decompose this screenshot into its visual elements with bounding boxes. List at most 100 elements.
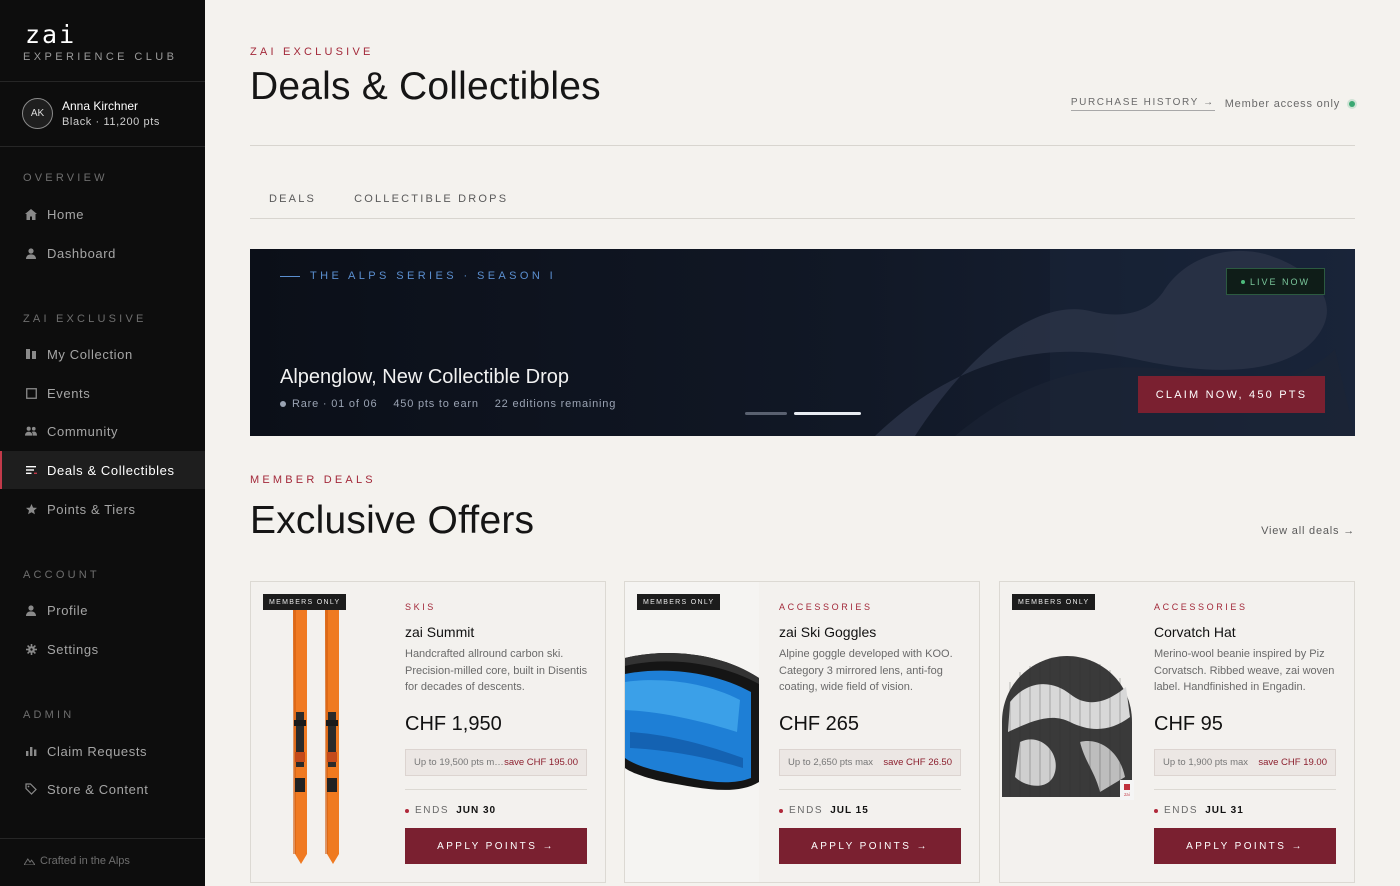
- section-title-overview: OVERVIEW: [23, 172, 108, 184]
- claim-button[interactable]: CLAIM NOW, 450 PTS: [1138, 376, 1325, 413]
- logo-subtitle: EXPERIENCE CLUB: [23, 51, 178, 63]
- rarity-dot: [280, 401, 286, 407]
- ends-date: JUL 15: [830, 805, 869, 816]
- header-links: PURCHASE HISTORY → Member access only: [1070, 97, 1355, 111]
- ends-label: ENDS: [415, 805, 450, 816]
- hero-editions: 22 editions remaining: [494, 398, 617, 410]
- sidebar-item-points-tiers[interactable]: Points & Tiers: [0, 490, 205, 528]
- offer-price: CHF 265: [779, 713, 860, 735]
- points-note: Up to 19,500 pts max: [414, 757, 505, 768]
- ends-dot: [779, 808, 783, 813]
- view-all-deals-link[interactable]: View all deals →: [1261, 525, 1355, 537]
- offer-price: CHF 1,950: [405, 713, 502, 735]
- savings: save CHF 195.00: [504, 757, 578, 768]
- ends-date: JUN 30: [456, 805, 497, 816]
- offer-title: zai Ski Goggles: [779, 624, 877, 640]
- sidebar-item-label: Store & Content: [47, 781, 149, 797]
- avatar: AK: [22, 98, 53, 129]
- people-icon: [25, 425, 37, 437]
- carousel-indicators: [745, 412, 861, 415]
- offer-card-hat[interactable]: zai MEMBERS ONLY ACCESSORIES Corvatch Ha…: [999, 581, 1355, 883]
- sidebar-item-claim-requests[interactable]: Claim Requests: [0, 732, 205, 770]
- tab-collectible-drops[interactable]: COLLECTIBLE DROPS: [335, 186, 527, 219]
- savings: save CHF 19.00: [1258, 757, 1327, 768]
- product-image-skis: [251, 582, 385, 882]
- sidebar-item-settings[interactable]: Settings: [0, 630, 205, 668]
- sidebar-item-label: My Collection: [47, 346, 133, 362]
- ends-dot: [405, 808, 409, 813]
- sidebar-item-home[interactable]: Home: [0, 195, 205, 233]
- apply-points-button[interactable]: APPLY POINTS →: [405, 828, 587, 864]
- live-dot: [1240, 279, 1245, 284]
- offer-description: Alpine goggle developed with KOO. Catego…: [779, 648, 953, 693]
- hero-banner[interactable]: THE ALPS SERIES · SEASON I LIVE NOW Alpe…: [250, 249, 1355, 436]
- offer-description: Handcrafted allround carbon ski. Precisi…: [405, 648, 588, 693]
- sidebar-item-label: Community: [47, 423, 119, 439]
- live-badge: LIVE NOW: [1226, 268, 1325, 295]
- offer-card-skis[interactable]: MEMBERS ONLY SKIS zai Summit Handcrafted…: [250, 581, 606, 883]
- points-note: Up to 1,900 pts max: [1163, 757, 1249, 768]
- divider: [0, 838, 205, 839]
- section-title-admin: ADMIN: [23, 709, 75, 721]
- divider: [1154, 789, 1336, 790]
- offer-title: Corvatch Hat: [1154, 624, 1236, 640]
- divider: [779, 789, 961, 790]
- carousel-dot[interactable]: [745, 412, 787, 415]
- gear-icon: [25, 643, 37, 655]
- offer-description: Merino-wool beanie inspired by Piz Corva…: [1154, 648, 1335, 693]
- sidebar-item-store-content[interactable]: Store & Content: [0, 770, 205, 808]
- members-only-badge: MEMBERS ONLY: [1012, 594, 1096, 610]
- divider: [250, 218, 1355, 219]
- points-box: Up to 19,500 pts max save CHF 195.00: [405, 749, 587, 776]
- divider: [0, 81, 205, 82]
- ends-label: ENDS: [1164, 805, 1199, 816]
- sidebar-item-events[interactable]: Events: [0, 374, 205, 412]
- points-box: Up to 2,650 pts max save CHF 26.50: [779, 749, 961, 776]
- sidebar-item-my-collection[interactable]: My Collection: [0, 335, 205, 373]
- points-box: Up to 1,900 pts max save CHF 19.00: [1154, 749, 1336, 776]
- mountain-icon: [24, 858, 35, 865]
- hero-eyebrow: THE ALPS SERIES · SEASON I: [280, 270, 556, 282]
- hero-eyebrow-text: THE ALPS SERIES · SEASON I: [310, 270, 557, 282]
- sidebar-item-deals-collectibles[interactable]: Deals & Collectibles: [0, 451, 205, 489]
- apply-points-button[interactable]: APPLY POINTS →: [779, 828, 961, 864]
- carousel-dot-active[interactable]: [794, 412, 861, 415]
- user-profile[interactable]: AK Anna Kirchner Black · 11,200 pts: [22, 98, 202, 130]
- section-eyebrow: MEMBER DEALS: [250, 474, 376, 486]
- ends-label: ENDS: [789, 805, 824, 816]
- sidebar-item-dashboard[interactable]: Dashboard: [0, 234, 205, 272]
- members-only-badge: MEMBERS ONLY: [263, 594, 347, 610]
- sidebar-item-label: Events: [47, 385, 91, 401]
- member-access-label: Member access only: [1224, 98, 1340, 110]
- sidebar: zai EXPERIENCE CLUB AK Anna Kirchner Bla…: [0, 0, 205, 886]
- offer-category: SKIS: [405, 602, 436, 612]
- sidebar-item-label: Profile: [47, 602, 89, 618]
- offer-card-goggles[interactable]: MEMBERS ONLY ACCESSORIES zai Ski Goggles…: [624, 581, 980, 883]
- sidebar-item-label: Home: [47, 206, 85, 222]
- member-access-status: Member access only: [1225, 98, 1355, 110]
- tag-icon: [25, 783, 37, 795]
- bar-chart-icon: [25, 745, 37, 757]
- person-icon: [25, 247, 37, 259]
- sidebar-item-profile[interactable]: Profile: [0, 591, 205, 629]
- hero-points: 450 pts to earn: [393, 398, 479, 410]
- star-icon: [25, 503, 37, 515]
- tab-deals[interactable]: DEALS: [250, 186, 335, 219]
- product-image-beanie: zai: [1000, 582, 1134, 882]
- offer-ends: ENDS JUL 31: [1154, 805, 1244, 816]
- sidebar-item-community[interactable]: Community: [0, 412, 205, 450]
- divider: [250, 145, 1355, 146]
- offer-title: zai Summit: [405, 624, 475, 640]
- apply-points-button[interactable]: APPLY POINTS →: [1154, 828, 1336, 864]
- section-title-account: ACCOUNT: [23, 569, 100, 581]
- sidebar-item-label: Claim Requests: [47, 743, 148, 759]
- ends-dot: [1154, 808, 1158, 813]
- section-title-zai-exclusive: ZAI EXCLUSIVE: [23, 313, 147, 325]
- tabs: DEALS COLLECTIBLE DROPS: [250, 186, 1355, 219]
- woven-label: zai: [1124, 792, 1130, 797]
- sidebar-item-label: Deals & Collectibles: [47, 462, 175, 478]
- savings: save CHF 26.50: [883, 757, 952, 768]
- purchase-history-link[interactable]: PURCHASE HISTORY →: [1070, 97, 1215, 111]
- logo[interactable]: zai: [25, 20, 76, 49]
- offer-price: CHF 95: [1154, 713, 1223, 735]
